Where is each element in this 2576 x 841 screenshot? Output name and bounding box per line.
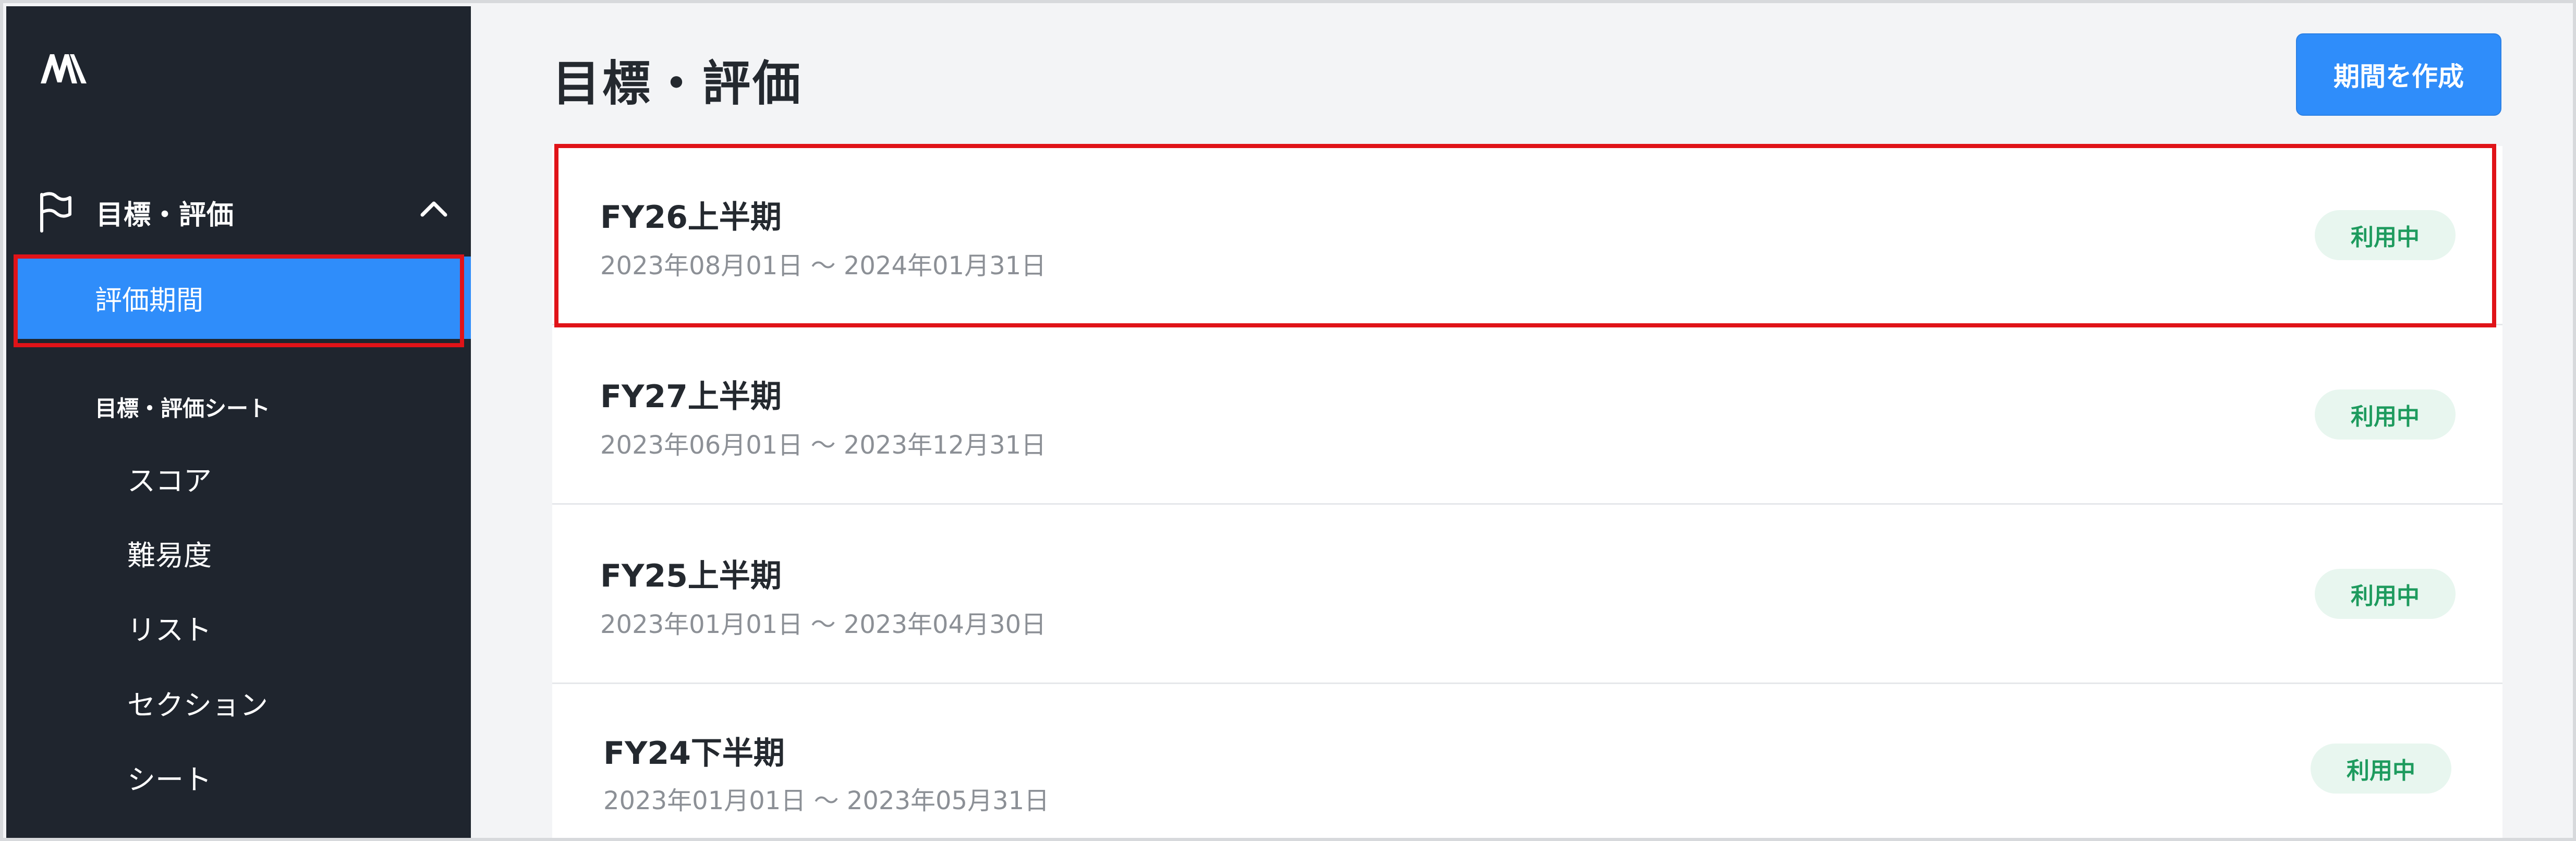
period-row[interactable]: FY26上半期 2023年08月01日 〜 2024年01月31日 利用中 xyxy=(552,146,2502,325)
nav-section-goals-evaluation[interactable]: 目標・評価 xyxy=(37,189,448,236)
period-row[interactable]: FY24下半期 2023年01月01日 〜 2023年05月31日 利用中 xyxy=(552,684,2502,838)
period-date-range: 2023年01月01日 〜 2023年04月30日 xyxy=(600,610,1047,639)
sidebar-item-label: 評価期間 xyxy=(95,285,204,316)
period-name: FY27上半期 xyxy=(600,379,782,415)
status-badge: 利用中 xyxy=(2315,389,2456,440)
create-period-button[interactable]: 期間を作成 xyxy=(2296,33,2501,116)
chevron-up-icon[interactable] xyxy=(419,198,448,219)
brand-logo-icon[interactable] xyxy=(39,50,89,87)
sidebar-item-list[interactable]: リスト xyxy=(127,607,212,648)
page-title: 目標・評価 xyxy=(552,56,803,112)
period-date-range: 2023年06月01日 〜 2023年12月31日 xyxy=(600,431,1047,460)
status-badge: 利用中 xyxy=(2311,744,2451,794)
period-row[interactable]: FY27上半期 2023年06月01日 〜 2023年12月31日 利用中 xyxy=(552,325,2502,505)
app-window: 目標・評価 評価期間 目標・評価シート スコア 難易度 リスト セクション シー… xyxy=(0,0,2576,841)
main-content: 目標・評価 期間を作成 FY26上半期 2023年08月01日 〜 2024年0… xyxy=(471,6,2570,838)
sidebar-item-section[interactable]: セクション xyxy=(127,682,268,723)
sidebar-item-evaluation-period[interactable]: 評価期間 xyxy=(14,257,471,339)
period-name: FY26上半期 xyxy=(600,199,782,236)
period-list: FY26上半期 2023年08月01日 〜 2024年01月31日 利用中 FY… xyxy=(552,146,2502,838)
period-date-range: 2023年01月01日 〜 2023年05月31日 xyxy=(603,786,1050,815)
sidebar-item-score[interactable]: スコア xyxy=(127,458,212,499)
period-name: FY24下半期 xyxy=(603,735,785,772)
nav-group-title: 目標・評価シート xyxy=(95,396,271,421)
sidebar: 目標・評価 評価期間 目標・評価シート スコア 難易度 リスト セクション シー… xyxy=(6,6,471,838)
sidebar-item-difficulty[interactable]: 難易度 xyxy=(127,532,212,574)
status-badge: 利用中 xyxy=(2315,569,2456,619)
flag-icon xyxy=(40,192,71,233)
status-badge: 利用中 xyxy=(2315,210,2456,260)
nav-section-label: 目標・評価 xyxy=(96,199,235,231)
period-name: FY25上半期 xyxy=(600,558,782,594)
period-date-range: 2023年08月01日 〜 2024年01月31日 xyxy=(600,251,1047,281)
period-row[interactable]: FY25上半期 2023年01月01日 〜 2023年04月30日 利用中 xyxy=(552,505,2502,684)
sidebar-item-sheet[interactable]: シート xyxy=(127,757,212,798)
